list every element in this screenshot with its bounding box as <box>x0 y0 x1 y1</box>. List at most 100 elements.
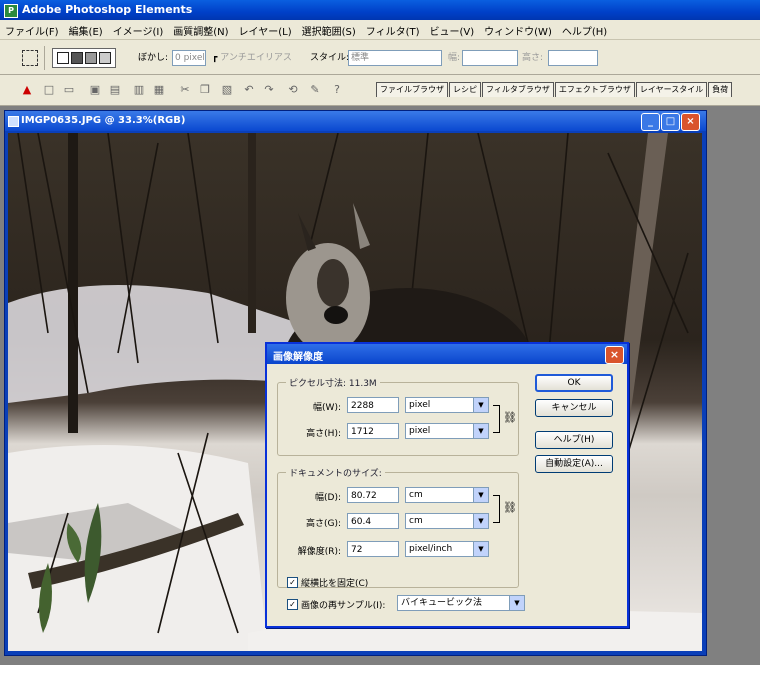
rectangular-marquee-icon[interactable] <box>22 50 38 66</box>
resolution-label: 解像度(R): <box>297 547 341 557</box>
style-value: 標準 <box>351 53 370 63</box>
chevron-down-icon[interactable]: ▼ <box>473 424 488 438</box>
tab-filter-browser[interactable]: フィルタブラウザ <box>482 82 554 97</box>
close-document-button[interactable]: × <box>681 113 700 131</box>
width-label: 幅: <box>448 53 461 63</box>
dialog-close-button[interactable]: × <box>605 346 624 364</box>
options-bar: ぼかし: 0 pixel ┏ アンチエイリアス スタイル: 標準 幅: 高さ: <box>0 40 760 75</box>
pixel-height-input[interactable]: 1712 <box>347 423 399 439</box>
pixel-constrain-bracket <box>493 405 500 433</box>
resample-method-value: バイキュービック法 <box>401 598 483 608</box>
antialias-checkbox-icon[interactable]: ┏ <box>212 53 217 63</box>
app-title-bar: P Adobe Photoshop Elements <box>0 0 760 20</box>
chevron-down-icon[interactable]: ▼ <box>473 398 488 412</box>
image-size-dialog: 画像解像度 × ピクセル寸法: 11.3M 幅(W): 2288 pixel ▼… <box>265 342 629 628</box>
menu-window[interactable]: ウィンドウ(W) <box>479 20 557 38</box>
tab-effects-browser[interactable]: エフェクトブラウザ <box>554 82 635 97</box>
pixel-width-input[interactable]: 2288 <box>347 397 399 413</box>
copy-icon[interactable]: ❐ <box>198 83 212 97</box>
cancel-button[interactable]: キャンセル <box>535 399 613 417</box>
menu-image[interactable]: イメージ(I) <box>108 20 169 38</box>
chain-link-icon: ⛓ <box>503 411 517 424</box>
chevron-down-icon[interactable]: ▼ <box>473 488 488 502</box>
style-label: スタイル: <box>310 53 350 63</box>
document-title-bar[interactable]: IMGP0635.JPG @ 33.3%(RGB) _ □ × <box>5 111 706 131</box>
menu-file[interactable]: ファイル(F) <box>0 20 64 38</box>
document-size-label: ドキュメントのサイズ: <box>286 466 385 479</box>
width-input[interactable] <box>462 50 518 66</box>
auto-button[interactable]: 自動設定(A)... <box>535 455 613 473</box>
resolution-input[interactable]: 72 <box>347 541 399 557</box>
tab-file-browser[interactable]: ファイルブラウザ <box>376 82 448 97</box>
pixel-height-unit-select[interactable]: pixel ▼ <box>405 423 489 439</box>
doc-height-input[interactable]: 60.4 <box>347 513 399 529</box>
menu-filter[interactable]: フィルタ(T) <box>361 20 425 38</box>
minimize-button[interactable]: _ <box>641 113 660 131</box>
subtract-selection-icon[interactable] <box>85 52 97 64</box>
menu-help[interactable]: ヘルプ(H) <box>557 20 612 38</box>
doc-width-unit: cm <box>409 490 423 500</box>
menu-edit[interactable]: 編集(E) <box>64 20 108 38</box>
menu-enhance[interactable]: 画質調整(N) <box>168 20 233 38</box>
attach-email-icon[interactable]: ▦ <box>152 83 166 97</box>
adobe-logo-icon[interactable]: ▲ <box>20 83 34 97</box>
tab-layer-styles[interactable]: レイヤースタイル <box>635 82 708 97</box>
resolution-unit: pixel/inch <box>409 544 453 554</box>
pixel-width-label: 幅(W): <box>313 403 341 413</box>
add-selection-icon[interactable] <box>71 52 83 64</box>
new-file-icon[interactable]: □ <box>42 83 56 97</box>
menu-view[interactable]: ビュー(V) <box>425 20 480 38</box>
dialog-title-bar[interactable]: 画像解像度 × <box>267 344 627 364</box>
height-label: 高さ: <box>522 53 544 63</box>
help-button[interactable]: ヘルプ(H) <box>535 431 613 449</box>
dialog-title: 画像解像度 <box>273 352 323 363</box>
doc-height-label: 高さ(G): <box>305 519 341 529</box>
doc-constrain-bracket <box>493 495 500 523</box>
tab-extra[interactable]: 負荷 <box>708 82 733 97</box>
menu-select[interactable]: 選択範囲(S) <box>297 20 361 38</box>
cut-icon[interactable]: ✂ <box>178 83 192 97</box>
ok-button[interactable]: OK <box>535 374 613 392</box>
open-file-icon[interactable]: ▭ <box>62 83 76 97</box>
resolution-unit-select[interactable]: pixel/inch ▼ <box>405 541 489 557</box>
menu-layer[interactable]: レイヤー(L) <box>234 20 297 38</box>
toolbar-separator <box>44 46 45 70</box>
constrain-proportions-label: 縦横比を固定(C) <box>301 579 369 589</box>
step-backward-icon[interactable]: ⟲ <box>286 83 300 97</box>
pixel-width-unit-select[interactable]: pixel ▼ <box>405 397 489 413</box>
pixel-width-unit: pixel <box>409 400 431 410</box>
intersect-selection-icon[interactable] <box>99 52 111 64</box>
undo-icon[interactable]: ↶ <box>242 83 256 97</box>
constrain-proportions-checkbox[interactable]: ✓ <box>287 577 298 588</box>
selection-mode-buttons[interactable] <box>52 48 116 68</box>
app-title: Adobe Photoshop Elements <box>22 3 193 16</box>
brush-icon[interactable]: ✎ <box>308 83 322 97</box>
style-select[interactable]: 標準 <box>348 50 442 66</box>
resample-method-select[interactable]: バイキュービック法 ▼ <box>397 595 525 611</box>
menu-bar: ファイル(F) 編集(E) イメージ(I) 画質調整(N) レイヤー(L) 選択範囲(S)… <box>0 20 760 40</box>
print-preview-icon[interactable]: ▥ <box>132 83 146 97</box>
height-input[interactable] <box>548 50 598 66</box>
paste-icon[interactable]: ▧ <box>220 83 234 97</box>
resample-checkbox[interactable]: ✓ <box>287 599 298 610</box>
tab-recipes[interactable]: レシピ <box>449 82 481 97</box>
doc-width-unit-select[interactable]: cm ▼ <box>405 487 489 503</box>
redo-icon[interactable]: ↷ <box>262 83 276 97</box>
doc-height-unit-select[interactable]: cm ▼ <box>405 513 489 529</box>
maximize-button[interactable]: □ <box>661 113 680 131</box>
doc-width-label: 幅(D): <box>315 493 341 503</box>
pixel-dimensions-label: ピクセル寸法: 11.3M <box>286 376 380 389</box>
antialias-label: アンチエイリアス <box>220 53 292 63</box>
save-icon[interactable]: ▣ <box>88 83 102 97</box>
chevron-down-icon[interactable]: ▼ <box>473 514 488 528</box>
resample-label: 画像の再サンプル(I): <box>301 601 386 611</box>
pixel-height-unit: pixel <box>409 426 431 436</box>
new-selection-icon[interactable] <box>57 52 69 64</box>
help-hint-icon[interactable]: ? <box>330 83 344 97</box>
chevron-down-icon[interactable]: ▼ <box>509 596 524 610</box>
pixel-height-label: 高さ(H): <box>306 429 341 439</box>
print-icon[interactable]: ▤ <box>108 83 122 97</box>
doc-width-input[interactable]: 80.72 <box>347 487 399 503</box>
feather-input[interactable]: 0 pixel <box>172 50 206 66</box>
chevron-down-icon[interactable]: ▼ <box>473 542 488 556</box>
